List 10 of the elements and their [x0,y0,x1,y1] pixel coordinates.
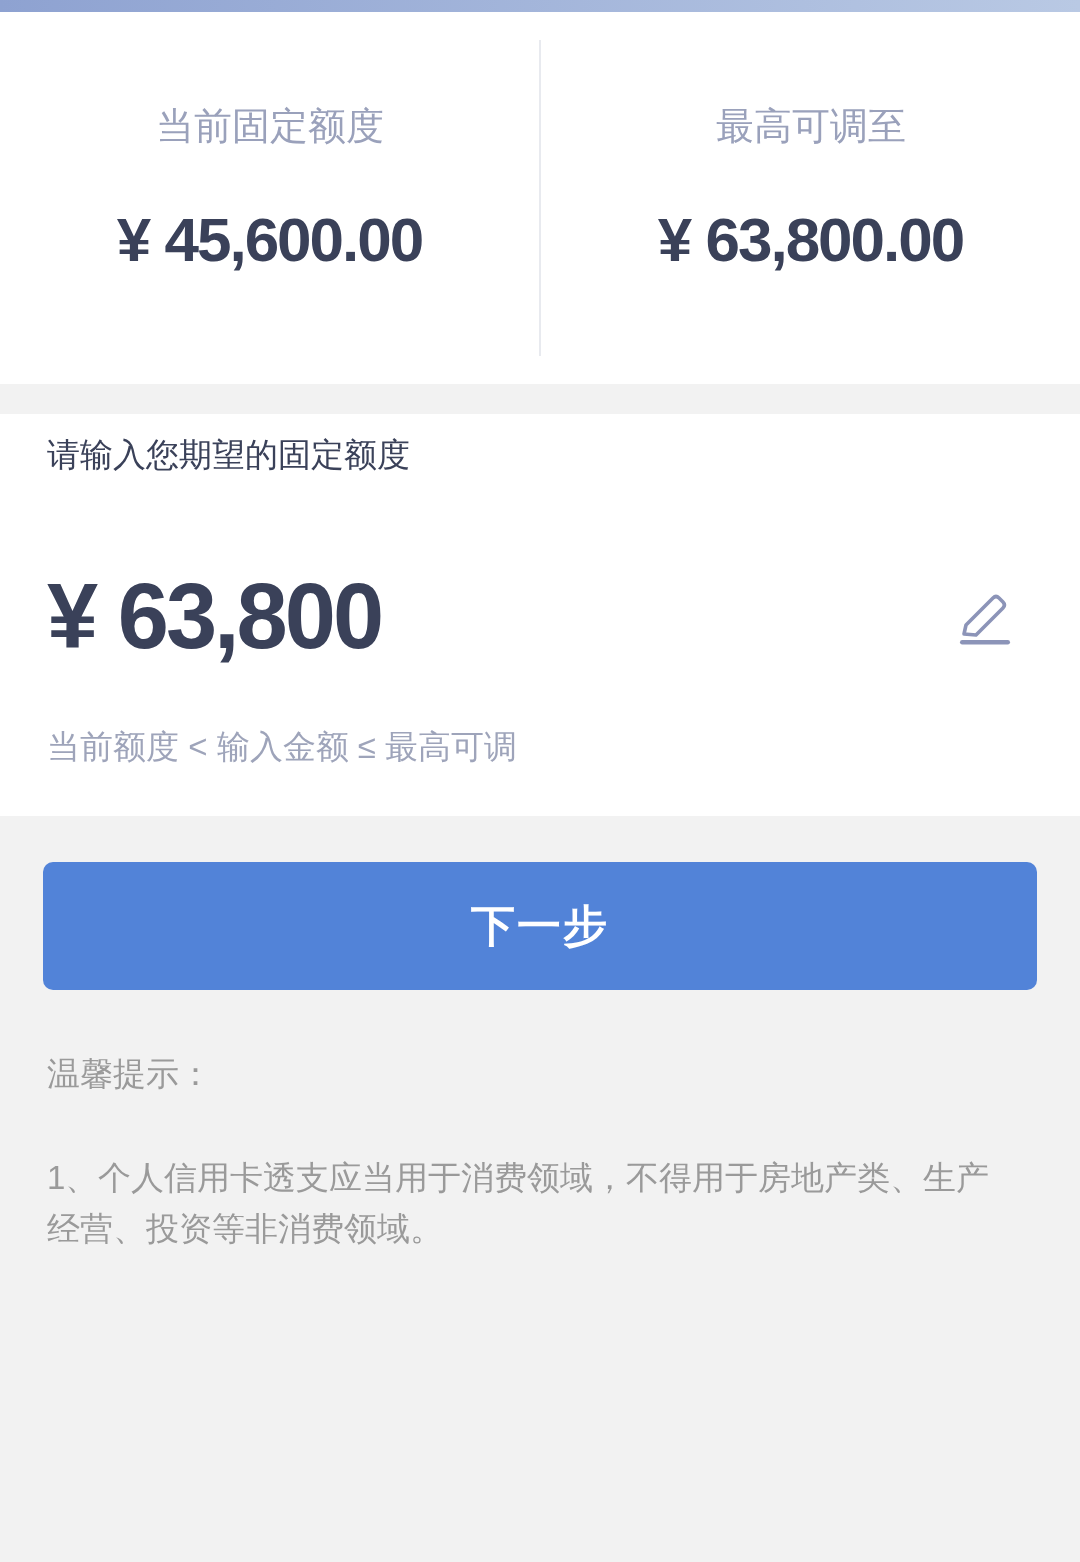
amount-label: 请输入您期望的固定额度 [47,435,411,475]
amount-hint: 当前额度 < 输入金额 ≤ 最高可调 [47,727,519,767]
limit-label: 当前固定额度 [155,104,384,148]
limit-label: 最高可调至 [715,104,906,148]
amount-input[interactable]: ¥ 63,800 [47,564,647,668]
next-button[interactable]: 下一步 [43,862,1037,990]
tip-text: 1、个人信用卡透支应当用于消费领域，不得用于房地产类、生产经营、投资等非消费领域。 [47,1158,991,1249]
limit-amount: ¥ 45,600.00 [116,204,423,276]
tips-title: 温馨提示： [47,1054,213,1094]
limit-amount: ¥ 63,800.00 [657,204,964,276]
